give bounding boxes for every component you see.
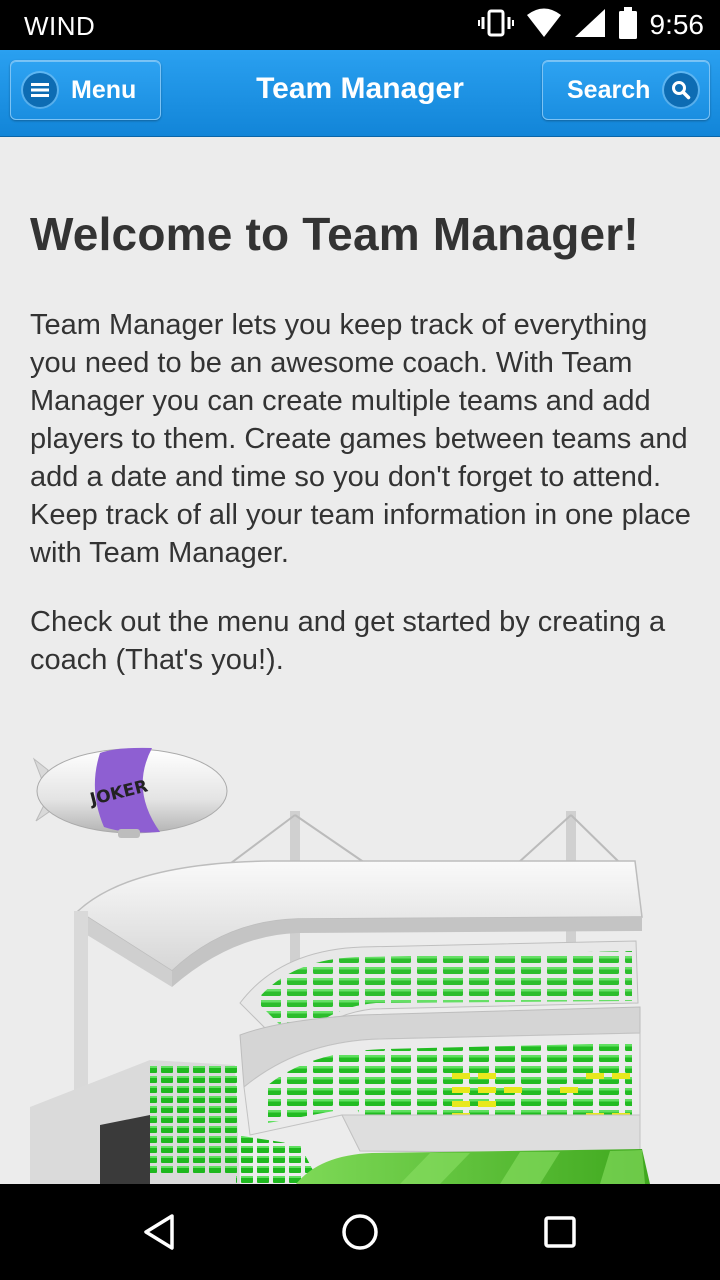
app-header: Menu Team Manager Search [0,50,720,137]
main-content: Welcome to Team Manager! Team Manager le… [30,136,692,679]
home-icon[interactable] [330,1204,390,1260]
recents-icon[interactable] [530,1204,590,1260]
blimp: JOKER [32,747,228,838]
wifi-icon [526,8,562,43]
carrier-name: WIND [24,11,96,41]
back-icon[interactable] [130,1204,190,1260]
system-nav-bar [0,1184,720,1280]
signal-icon [574,8,606,43]
vibrate-icon [477,8,514,43]
search-label: Search [567,75,651,104]
clock: 9:56 [649,9,705,40]
intro-paragraph: Team Manager lets you keep track of ever… [30,309,691,569]
status-icons: 9:56 [477,6,705,44]
welcome-heading: Welcome to Team Manager! [30,208,639,260]
cta-paragraph: Check out the menu and get started by cr… [30,606,666,676]
battery-icon [618,6,638,44]
search-icon [664,73,699,107]
stadium [30,811,650,1184]
search-button[interactable]: Search [542,60,710,120]
stadium-illustration: JOKER [0,735,720,1184]
status-bar: WIND 9:56 [0,0,720,50]
